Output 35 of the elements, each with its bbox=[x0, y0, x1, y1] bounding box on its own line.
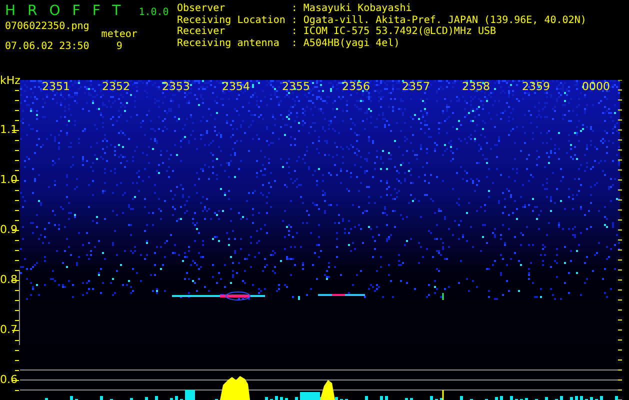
time-label: 2352 bbox=[102, 80, 130, 93]
time-label: 2358 bbox=[462, 80, 490, 93]
time-label: 2353 bbox=[162, 80, 190, 93]
frequency-label: 1.1 bbox=[0, 123, 18, 136]
time-label: 2355 bbox=[282, 80, 310, 93]
app-version: 1.0.0 bbox=[138, 7, 169, 18]
frequency-label: 0.8 bbox=[0, 273, 18, 286]
time-label: 2354 bbox=[222, 80, 250, 93]
time-label: 2356 bbox=[342, 80, 370, 93]
frequency-label: 0.9 bbox=[0, 223, 18, 236]
time-label: 2359 bbox=[522, 80, 550, 93]
info-label: Observer bbox=[177, 3, 226, 14]
info-value: Ogata-vill. Akita-Pref. JAPAN (139.96E, 40.02N) bbox=[303, 14, 586, 26]
info-label: Receiver bbox=[177, 26, 226, 38]
time-label: 0000 bbox=[582, 80, 610, 93]
info-value: Masayuki Kobayashi bbox=[303, 3, 413, 14]
info-label: Receiving antenna bbox=[177, 38, 280, 49]
meteor-count: 9 bbox=[116, 40, 122, 52]
info-separator: : bbox=[291, 38, 298, 49]
info-separator: : bbox=[291, 3, 298, 14]
frequency-label: 0.6 bbox=[0, 373, 18, 386]
date-time: 07.06.02 23:50 bbox=[5, 40, 90, 52]
axis-unit: kHz bbox=[0, 74, 20, 87]
app-title: HROFFT bbox=[5, 3, 133, 19]
time-label: 2351 bbox=[42, 80, 70, 93]
file-name: 0706022350.png bbox=[5, 21, 90, 32]
frequency-label: 1.0 bbox=[0, 173, 18, 186]
info-value: ICOM IC-575 53.7492(@LCD)MHz USB bbox=[303, 26, 498, 38]
meteor-label: meteor bbox=[101, 29, 138, 40]
time-label: 2357 bbox=[402, 80, 430, 93]
info-separator: : bbox=[291, 14, 298, 26]
info-value: A504HB(yagi 4el) bbox=[303, 38, 401, 49]
frequency-label: 0.7 bbox=[0, 323, 18, 336]
info-label: Receiving Location bbox=[177, 14, 286, 26]
info-separator: : bbox=[291, 26, 298, 38]
